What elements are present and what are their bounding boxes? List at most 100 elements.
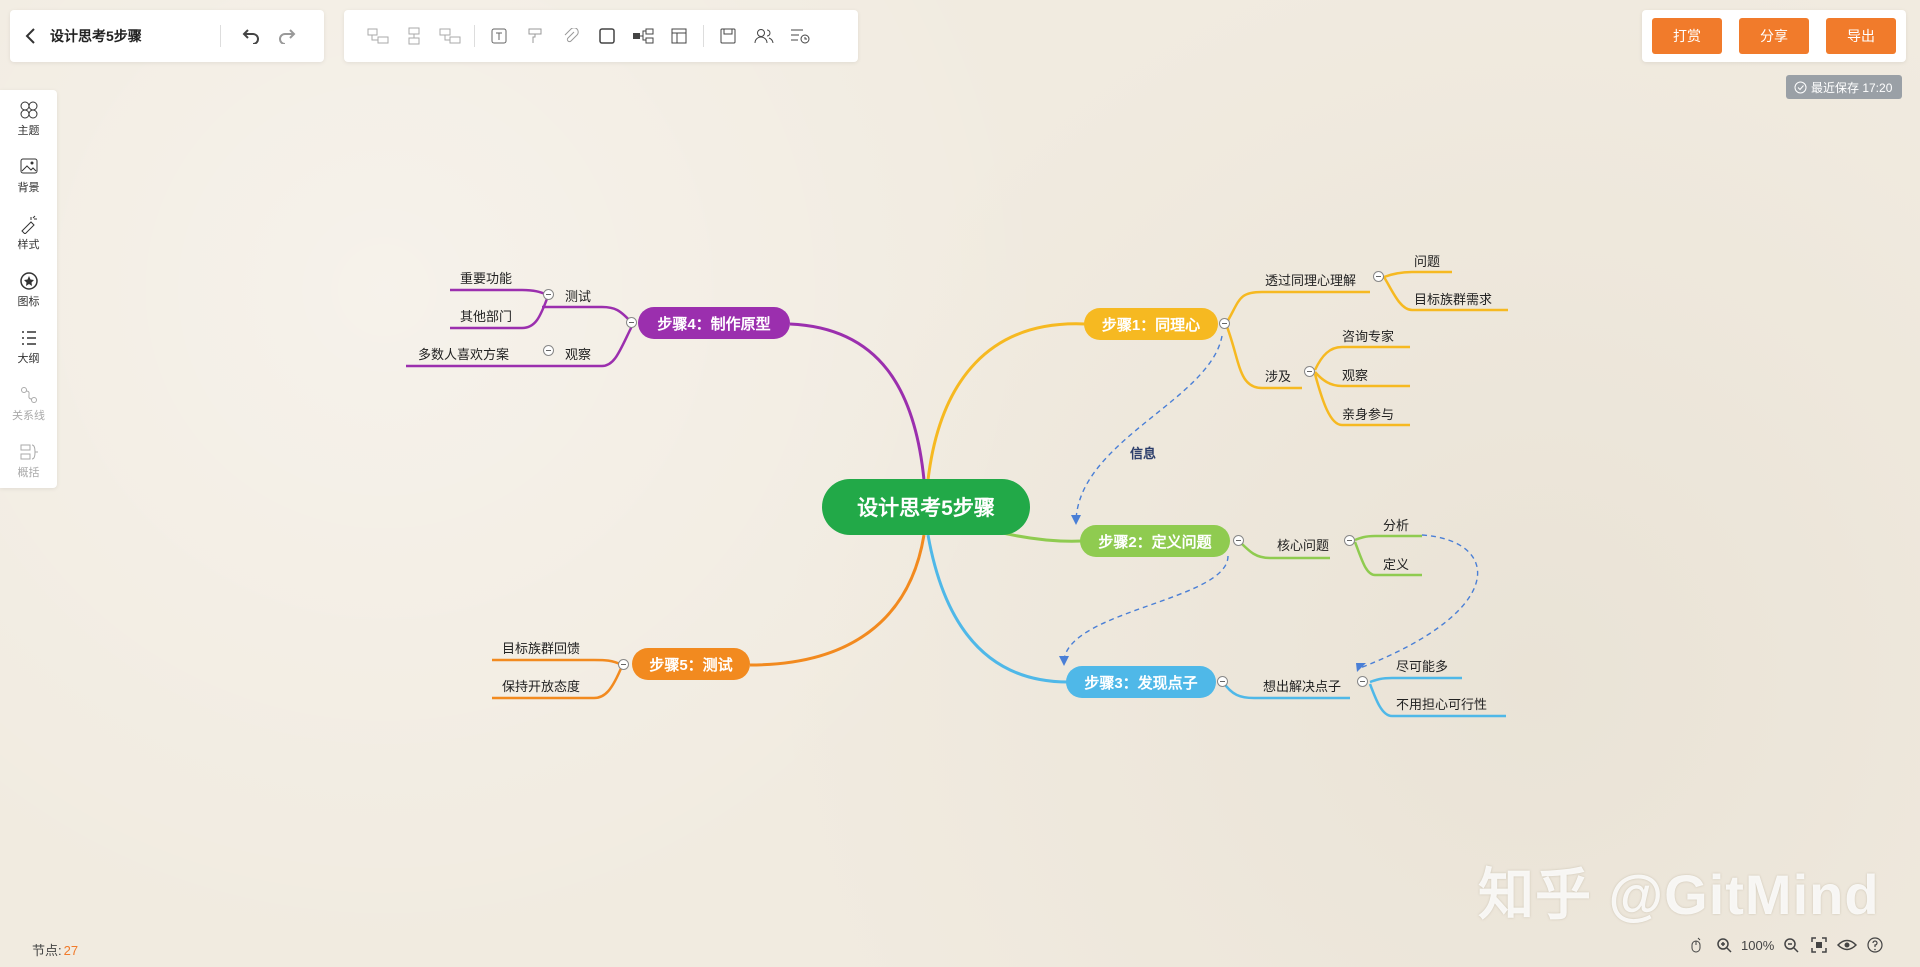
node-consult-expert[interactable]: 咨询专家 xyxy=(1342,326,1394,345)
attachment-icon[interactable] xyxy=(553,10,589,62)
relation-line-info xyxy=(1075,335,1223,521)
node-important-features[interactable]: 重要功能 xyxy=(460,268,512,287)
node-core-problem[interactable]: 核心问题 xyxy=(1277,535,1329,554)
sidebar-item-label: 概括 xyxy=(17,466,40,479)
sidebar-item-theme[interactable]: 主题 xyxy=(0,90,57,147)
connector-s2-analyze xyxy=(1354,534,1422,542)
relation-line-2-3 xyxy=(1063,555,1229,661)
fit-screen-icon[interactable] xyxy=(1808,934,1830,956)
editing-toolbar xyxy=(344,10,858,62)
back-icon[interactable] xyxy=(10,10,50,62)
node-other-departments[interactable]: 其他部门 xyxy=(460,306,512,325)
check-circle-icon xyxy=(1794,81,1807,93)
connector-s5-feedback xyxy=(492,658,623,667)
left-sidebar: 主题 背景 样式 图标 大纲 关系线 概括 xyxy=(0,90,57,488)
node-test[interactable]: 测试 xyxy=(565,286,591,305)
node-understand-empathy[interactable]: 透过同理心理解 xyxy=(1265,270,1356,289)
collapse-toggle-step2[interactable] xyxy=(1233,535,1244,546)
node-involve[interactable]: 涉及 xyxy=(1265,366,1291,385)
mouse-mode-icon[interactable] xyxy=(1685,934,1707,956)
node-majority-prefer[interactable]: 多数人喜欢方案 xyxy=(418,344,509,363)
node-target-feedback[interactable]: 目标族群回馈 xyxy=(502,638,580,657)
sidebar-item-label: 关系线 xyxy=(12,409,45,422)
connector-s1-problem xyxy=(1383,270,1452,279)
document-title[interactable]: 设计思考5步骤 xyxy=(50,26,220,46)
root-node[interactable]: 设计思考5步骤 xyxy=(822,479,1030,535)
zoom-in-icon[interactable] xyxy=(1713,934,1735,956)
collapse-toggle-step3[interactable] xyxy=(1217,676,1228,687)
style-icon xyxy=(20,215,37,234)
sidebar-item-style[interactable]: 样式 xyxy=(0,204,57,261)
sidebar-item-label: 大纲 xyxy=(17,352,40,365)
branch-step3[interactable]: 步骤3：发现点子 xyxy=(1066,666,1216,698)
relation-icon[interactable] xyxy=(625,10,661,62)
node-analyze[interactable]: 分析 xyxy=(1383,515,1409,534)
connector-s3-many xyxy=(1369,676,1462,684)
export-button[interactable]: 导出 xyxy=(1826,18,1896,54)
text-icon[interactable] xyxy=(481,10,517,62)
sidebar-item-outline[interactable]: 大纲 xyxy=(0,318,57,375)
zoom-out-icon[interactable] xyxy=(1780,934,1802,956)
collapse-toggle-step4[interactable] xyxy=(626,317,637,328)
redo-icon[interactable] xyxy=(269,10,305,62)
node-define[interactable]: 定义 xyxy=(1383,554,1409,573)
collapse-toggle-ideas[interactable] xyxy=(1357,676,1368,687)
sidebar-item-background[interactable]: 背景 xyxy=(0,147,57,204)
history-icon[interactable] xyxy=(782,10,818,62)
node-no-feasibility-worry[interactable]: 不用担心可行性 xyxy=(1396,694,1487,713)
node-participate[interactable]: 亲身参与 xyxy=(1342,404,1394,423)
node-problem[interactable]: 问题 xyxy=(1414,251,1440,270)
relation-label-info[interactable]: 信息 xyxy=(1130,443,1156,462)
collapse-toggle-understand[interactable] xyxy=(1373,271,1384,282)
sidebar-item-summary[interactable]: 概括 xyxy=(0,432,57,489)
sticker-icon xyxy=(19,271,38,290)
collapse-toggle-core[interactable] xyxy=(1344,535,1355,546)
zoom-controls: 100% xyxy=(1685,932,1886,958)
format-painter-icon[interactable] xyxy=(517,10,553,62)
collapse-toggle-step5[interactable] xyxy=(618,659,629,670)
branch-step4[interactable]: 步骤4：制作原型 xyxy=(638,307,790,339)
node-observe[interactable]: 观察 xyxy=(1342,365,1368,384)
add-child-node-icon[interactable] xyxy=(360,10,396,62)
branch-step2[interactable]: 步骤2：定义问题 xyxy=(1080,525,1230,557)
table-icon[interactable] xyxy=(661,10,697,62)
undo-icon[interactable] xyxy=(233,10,269,62)
add-parent-node-icon[interactable] xyxy=(432,10,468,62)
collapse-toggle-step1[interactable] xyxy=(1219,318,1230,329)
preview-eye-icon[interactable] xyxy=(1836,934,1858,956)
relation-line-analyze xyxy=(1359,534,1479,669)
reward-button[interactable]: 打赏 xyxy=(1652,18,1722,54)
save-status-text: 最近保存 17:20 xyxy=(1811,80,1893,95)
connector-step4 xyxy=(789,322,926,481)
sidebar-item-label: 图标 xyxy=(17,295,40,308)
branch-step5[interactable]: 步骤5：测试 xyxy=(632,648,750,680)
relation-arrow-info xyxy=(1071,515,1081,525)
node-stay-open[interactable]: 保持开放态度 xyxy=(502,676,580,695)
watermark: 知乎 @GitMind xyxy=(1478,863,1880,926)
collaborate-icon[interactable] xyxy=(746,10,782,62)
collapse-toggle-observe-s4[interactable] xyxy=(543,345,554,356)
node-as-many[interactable]: 尽可能多 xyxy=(1396,656,1448,675)
collapse-toggle-test[interactable] xyxy=(543,289,554,300)
relation-arrow-analyze xyxy=(1356,663,1366,672)
connector-s4-test xyxy=(542,305,633,324)
save-icon[interactable] xyxy=(710,10,746,62)
connector-step1 xyxy=(926,322,1086,481)
add-sibling-node-icon[interactable] xyxy=(396,10,432,62)
collapse-toggle-involve[interactable] xyxy=(1304,366,1315,377)
box-icon[interactable] xyxy=(589,10,625,62)
zoom-level: 100% xyxy=(1741,937,1775,953)
theme-icon xyxy=(20,101,37,118)
sidebar-item-sticker[interactable]: 图标 xyxy=(0,261,57,318)
sidebar-item-label: 样式 xyxy=(17,238,40,251)
branch-step1[interactable]: 步骤1：同理心 xyxy=(1084,308,1218,340)
node-generate-ideas[interactable]: 想出解决点子 xyxy=(1263,676,1341,695)
help-icon[interactable] xyxy=(1864,934,1886,956)
share-button[interactable]: 分享 xyxy=(1739,18,1809,54)
node-observe-s4[interactable]: 观察 xyxy=(565,344,591,363)
node-count-label: 节点: xyxy=(32,943,62,958)
connector-s1-understand xyxy=(1224,290,1370,325)
node-target-needs[interactable]: 目标族群需求 xyxy=(1414,289,1492,308)
sidebar-item-relation-line[interactable]: 关系线 xyxy=(0,375,57,432)
divider xyxy=(703,25,704,47)
